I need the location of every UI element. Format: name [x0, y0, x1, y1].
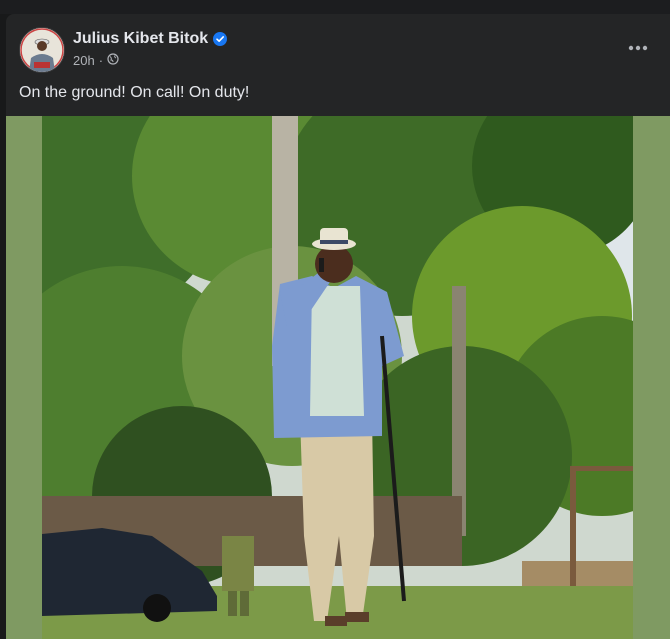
- verified-badge-icon: [213, 32, 228, 46]
- more-options-icon[interactable]: [626, 36, 650, 60]
- meta-separator: ·: [98, 53, 104, 68]
- top-bar: [0, 0, 670, 14]
- avatar[interactable]: [19, 27, 65, 73]
- post-photo[interactable]: [42, 116, 633, 639]
- author-name[interactable]: Julius Kibet Bitok: [73, 30, 208, 48]
- post-card: Julius Kibet Bitok 20h · On the ground! …: [6, 14, 670, 639]
- photo-man-walking-on-phone: [42, 116, 633, 639]
- post-media[interactable]: [6, 116, 670, 639]
- post-time[interactable]: 20h: [73, 53, 95, 68]
- post-caption: On the ground! On call! On duty!: [19, 84, 250, 101]
- author-row: Julius Kibet Bitok: [73, 30, 228, 48]
- globe-icon[interactable]: [107, 53, 119, 68]
- avatar-image: [20, 28, 64, 72]
- post-meta: 20h ·: [73, 53, 119, 68]
